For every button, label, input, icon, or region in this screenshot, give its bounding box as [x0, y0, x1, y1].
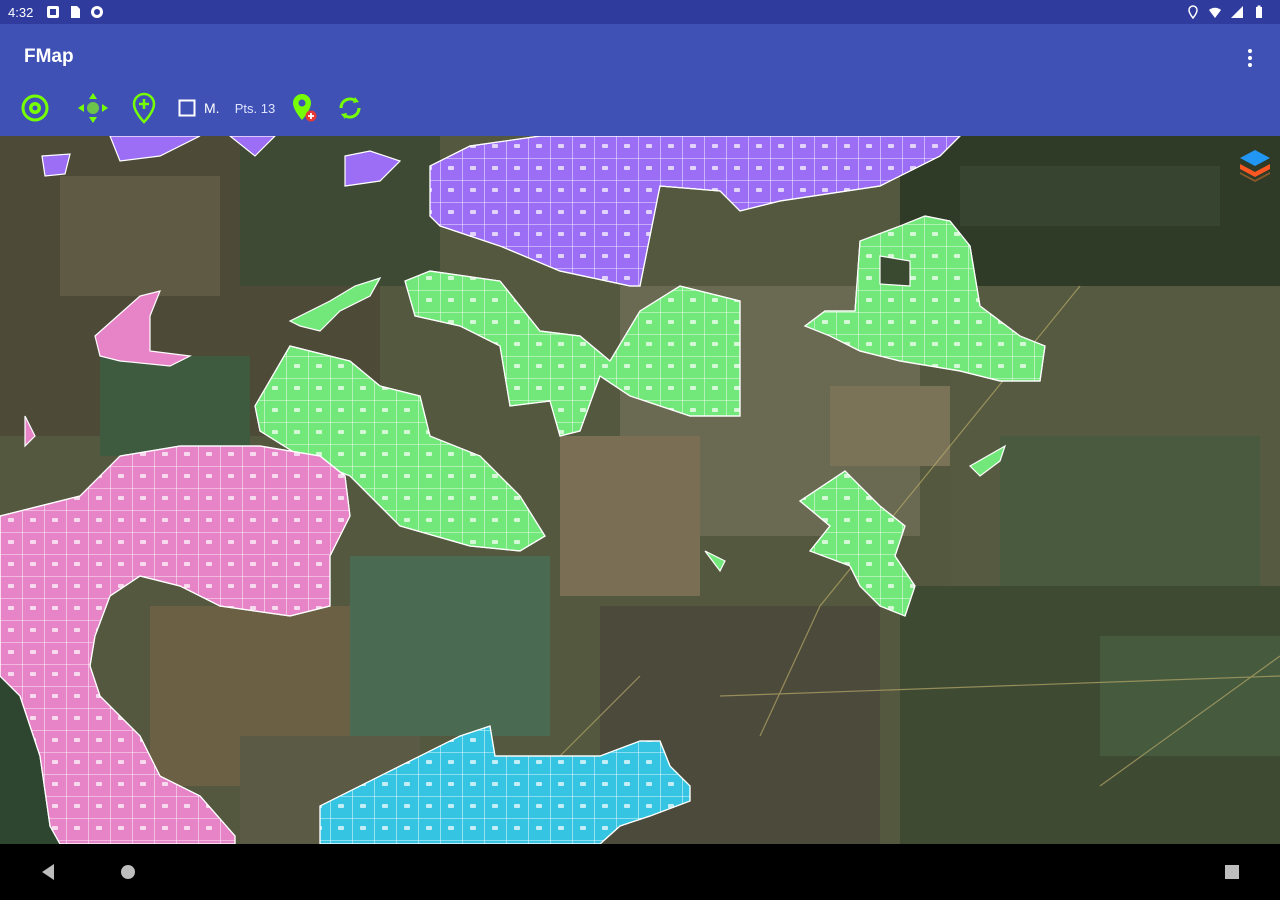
status-icons-left: [46, 5, 104, 19]
mode-toggle[interactable]: M.: [178, 92, 238, 124]
more-vert-icon[interactable]: [1238, 46, 1262, 70]
status-icons-right: [1186, 5, 1266, 19]
satellite-map[interactable]: [0, 136, 1280, 844]
sync-button[interactable]: [334, 92, 366, 124]
back-triangle-icon[interactable]: [36, 860, 60, 884]
sd-card-icon: [71, 6, 80, 18]
recents-square-icon[interactable]: [1220, 860, 1244, 884]
location-add-red-icon: [293, 94, 317, 122]
gps-button[interactable]: [18, 92, 52, 124]
app-bar: FMap M. Pts. 13: [0, 24, 1280, 136]
signal-icon: [1231, 6, 1243, 18]
add-location-red-button[interactable]: [290, 92, 318, 124]
add-point-button[interactable]: [130, 92, 158, 124]
battery-icon: [1256, 5, 1262, 18]
points-label: Pts. 13: [234, 100, 276, 116]
mode-label: M.: [204, 100, 220, 116]
app-title: FMap: [24, 46, 74, 67]
layers-icon[interactable]: [1238, 148, 1272, 182]
points-count: Pts. 13: [230, 92, 280, 124]
toolbar: M. Pts. 13: [0, 86, 1280, 132]
location-icon: [1188, 5, 1198, 19]
checkbox-icon[interactable]: [178, 99, 196, 117]
wifi-icon: [1209, 7, 1221, 18]
navigation-bar: [0, 844, 1280, 900]
notification-icon: [47, 6, 59, 18]
gps-target-icon: [21, 94, 49, 122]
map-view[interactable]: [0, 136, 1280, 844]
app-icon: [91, 6, 103, 18]
add-location-icon: [132, 92, 156, 124]
status-bar: 4:32: [0, 0, 1280, 24]
status-time: 4:32: [8, 5, 34, 20]
move-arrows-icon: [78, 93, 108, 123]
home-circle-icon[interactable]: [116, 860, 140, 884]
move-button[interactable]: [76, 92, 110, 124]
sync-icon: [339, 97, 361, 119]
